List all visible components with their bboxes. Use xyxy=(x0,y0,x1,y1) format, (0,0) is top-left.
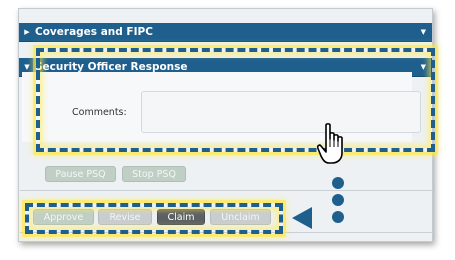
claim-button[interactable]: Claim xyxy=(157,209,205,225)
divider xyxy=(20,190,433,191)
bottom-divider xyxy=(20,232,433,233)
callout-dot xyxy=(332,211,344,223)
comments-label: Comments: xyxy=(72,107,127,118)
revise-button[interactable]: Revise xyxy=(98,209,152,225)
approve-button[interactable]: Approve xyxy=(33,209,94,225)
callout-arrow-left-icon xyxy=(292,207,312,229)
callout-dot xyxy=(332,177,344,189)
callout-dot xyxy=(332,194,344,206)
caret-down-icon: ▼ xyxy=(420,63,426,71)
caret-down-icon: ▼ xyxy=(420,28,426,36)
stop-psq-button[interactable]: Stop PSQ xyxy=(122,166,186,182)
hand-pointer-icon xyxy=(317,123,343,164)
unclaim-button[interactable]: Unclaim xyxy=(210,209,271,225)
caret-down-icon: ▼ xyxy=(24,63,30,71)
comments-input[interactable] xyxy=(141,91,421,133)
section-title-coverages: Coverages and FIPC xyxy=(35,26,153,38)
pause-psq-button[interactable]: Pause PSQ xyxy=(45,166,116,182)
section-header-coverages[interactable]: ▶ Coverages and FIPC ▼ xyxy=(19,23,432,42)
caret-right-icon: ▶ xyxy=(24,28,30,36)
